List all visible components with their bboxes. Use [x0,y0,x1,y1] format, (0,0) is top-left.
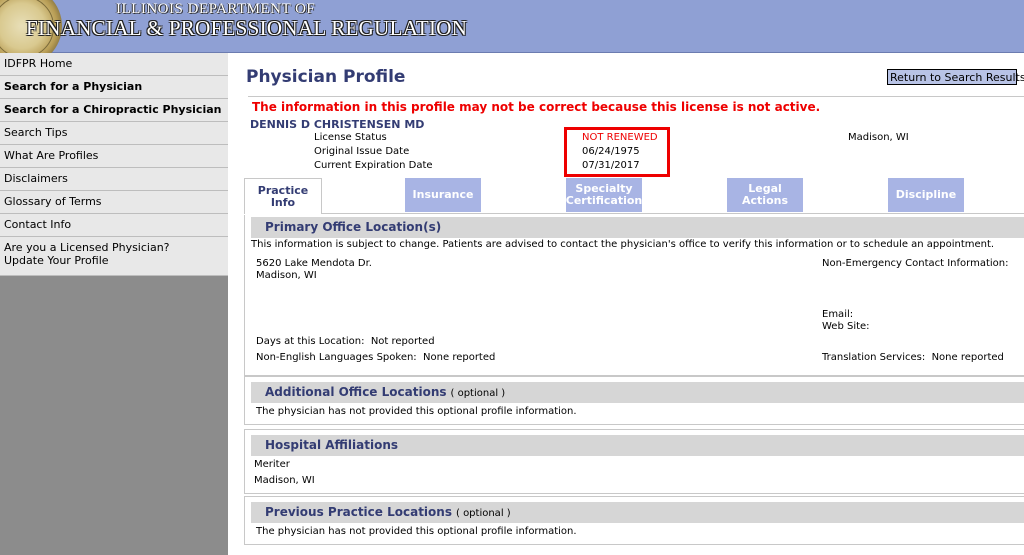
primary-office-title: Primary Office Location(s) [251,217,1024,238]
contact-info-label: Non-Emergency Contact Information: [822,258,1009,269]
physician-name: DENNIS D CHRISTENSEN MD [250,118,425,131]
license-status-label: License Status [314,132,387,143]
expiration-date-label: Current Expiration Date [314,160,433,171]
issue-date-label: Original Issue Date [314,146,410,157]
sidebar-item-search-tips[interactable]: Search Tips [0,122,228,145]
sidebar-item-search-physician[interactable]: Search for a Physician [0,76,228,99]
site-header: ILLINOIS DEPARTMENT OF FINANCIAL & PROFE… [0,0,1024,66]
sidebar-item-idfpr-home[interactable]: IDFPR Home [0,53,228,76]
return-to-search-button[interactable]: Return to Search Results [887,69,1024,85]
tab-label: Actions [742,194,788,207]
office-address-line2: Madison, WI [256,270,317,281]
hospital-affiliations-title: Hospital Affiliations [251,435,1024,456]
email-label: Email: [822,309,854,320]
tab-insurance[interactable]: Insurance [405,178,481,212]
profile-tabs: Practice Info Insurance Specialty Certific… [244,178,1024,214]
section-title-text: Additional Office Locations [265,385,447,399]
tab-legal-actions[interactable]: Legal Actions [727,178,803,212]
languages-label: Non-English Languages Spoken: [256,352,417,363]
tab-specialty-certification[interactable]: Specialty Certification [566,178,642,212]
header-title-line2: FINANCIAL & PROFESSIONAL REGULATION [26,16,468,40]
translation-services: Translation Services: None reported [822,352,1004,363]
additional-office-section: Additional Office Locations( optional ) … [244,376,1024,425]
previous-practice-title: Previous Practice Locations( optional ) [251,502,1024,523]
primary-office-section: Primary Office Location(s) This informat… [244,215,1024,376]
website-label: Web Site: [822,321,870,332]
additional-office-text: The physician has not provided this opti… [256,406,577,417]
previous-practice-text: The physician has not provided this opti… [256,526,577,537]
sidebar-item-search-chiropractic[interactable]: Search for a Chiropractic Physician [0,99,228,122]
license-location: Madison, WI [848,132,909,143]
additional-office-title: Additional Office Locations( optional ) [251,382,1024,403]
office-notice: This information is subject to change. P… [251,239,995,250]
tab-practice-info[interactable]: Practice Info [244,178,322,214]
sidebar-item-disclaimers[interactable]: Disclaimers [0,168,228,191]
tab-label: Discipline [895,188,957,201]
license-summary: The information in this profile may not … [248,96,1024,177]
sidebar-menu: IDFPR Home Search for a Physician Search… [0,53,228,276]
tab-label: Info [270,195,296,209]
languages-spoken: Non-English Languages Spoken: None repor… [256,352,495,363]
highlight-box [564,127,670,177]
page-title: Physician Profile [246,67,406,87]
optional-tag: ( optional ) [455,508,511,519]
languages-value: None reported [423,352,496,363]
tab-label: Certification [565,194,643,207]
hospital-city: Madison, WI [254,475,315,486]
translation-value: None reported [931,352,1004,363]
sidebar-item-glossary[interactable]: Glossary of Terms [0,191,228,214]
days-at-location: Days at this Location: Not reported [256,336,435,347]
tab-label: Insurance [412,188,474,201]
office-address-line1: 5620 Lake Mendota Dr. [256,258,372,269]
sidebar-item-update-profile[interactable]: Are you a Licensed Physician? Update Your… [0,237,228,276]
inactive-license-warning: The information in this profile may not … [252,100,821,114]
tab-discipline[interactable]: Discipline [888,178,964,212]
hospital-name: Meriter [254,459,290,470]
update-profile-line1: Are you a Licensed Physician? [4,241,170,254]
days-label: Days at this Location: [256,336,365,347]
days-value: Not reported [370,336,435,347]
update-profile-line2: Update Your Profile [4,254,109,267]
optional-tag: ( optional ) [450,388,506,399]
sidebar-item-what-are-profiles[interactable]: What Are Profiles [0,145,228,168]
sidebar: IDFPR Home Search for a Physician Search… [0,53,228,555]
sidebar-item-contact-info[interactable]: Contact Info [0,214,228,237]
translation-label: Translation Services: [822,352,926,363]
previous-practice-section: Previous Practice Locations( optional ) … [244,496,1024,545]
hospital-affiliations-section: Hospital Affiliations Meriter Madison, W… [244,429,1024,494]
section-title-text: Previous Practice Locations [265,505,452,519]
